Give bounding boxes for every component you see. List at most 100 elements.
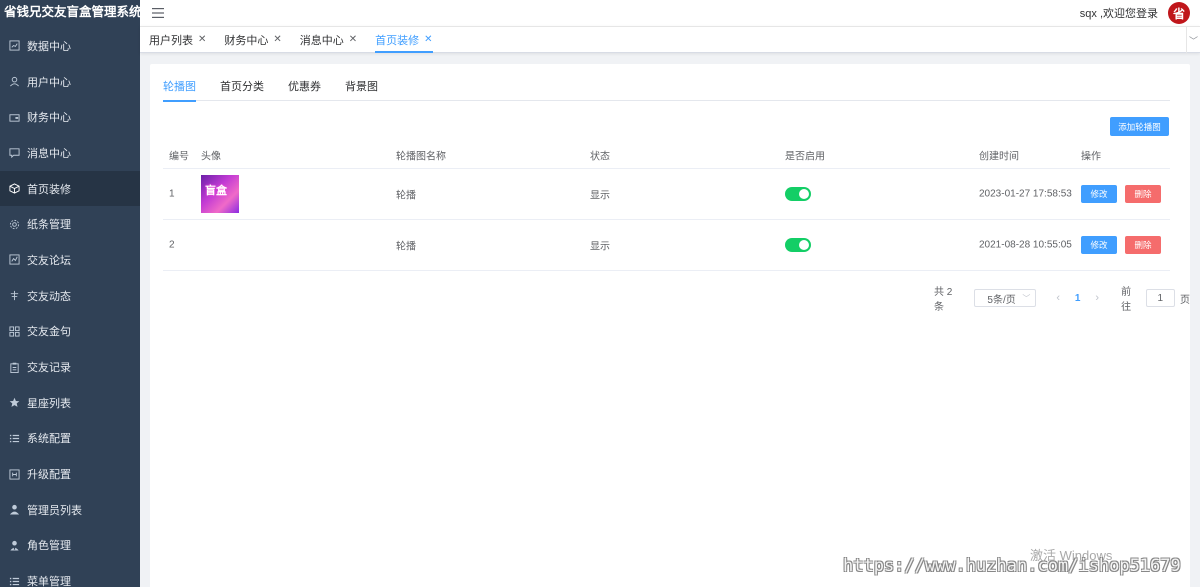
top-header: sqx ,欢迎您登录 省	[140, 0, 1200, 26]
add-banner-button[interactable]: 添加轮播图	[1110, 117, 1169, 136]
sidebar-menu: 数据中心用户中心 财务中心消息中心首页装修纸条管理交友论坛 交友动态交友金句交友记录…	[0, 28, 140, 587]
sidebar-item-label: 升级配置	[27, 469, 71, 482]
clipboard-icon	[8, 361, 20, 373]
row-id: 1	[169, 188, 175, 200]
grid-icon	[8, 325, 20, 337]
column-header: 创建时间	[979, 151, 1019, 163]
tab-0[interactable]: 轮播图	[163, 79, 196, 102]
tab-2[interactable]: 优惠券	[288, 79, 321, 101]
tag-label: 财务中心	[224, 34, 269, 47]
delete-button[interactable]: 删除	[1125, 185, 1161, 203]
thumbnail-text: 盲盒	[205, 185, 227, 197]
sidebar-item-3[interactable]: 消息中心	[0, 135, 140, 171]
list-icon	[8, 575, 20, 587]
tag-label: 首页装修	[375, 34, 420, 47]
sidebar-item-1[interactable]: 用户中心	[0, 64, 140, 100]
tags-view: 用户列表 ✕ 财务中心 ✕ 消息中心 ✕ 首页装修 ✕ ﹀	[140, 26, 1200, 53]
row-actions: 修改 删除	[1081, 236, 1161, 254]
goto-page-input[interactable]: 1	[1145, 289, 1175, 307]
page-unit-label: 页	[1180, 294, 1190, 306]
pagination: 共 2 条 5条/页 ﹀ ‹ 1 › 前往 1 页	[934, 287, 1190, 313]
page-number[interactable]: 1	[1066, 293, 1089, 304]
message-icon	[8, 147, 20, 159]
delete-button[interactable]: 删除	[1125, 236, 1161, 254]
chevron-down-icon: ﹀	[1022, 294, 1031, 303]
hamburger-icon[interactable]	[152, 7, 164, 19]
row-enabled-cell	[785, 238, 811, 252]
sidebar-item-9[interactable]: 交友记录	[0, 349, 140, 385]
tag-0[interactable]: 用户列表 ✕	[140, 27, 215, 53]
tag-2[interactable]: 消息中心 ✕	[291, 27, 366, 53]
upgrade-icon	[8, 468, 20, 480]
row-status: 显示	[590, 190, 610, 202]
row-created-time: 2021-08-28 10:55:05	[979, 239, 1072, 251]
role-icon	[8, 539, 20, 551]
sidebar-item-13[interactable]: 管理员列表	[0, 492, 140, 528]
edit-button[interactable]: 修改	[1081, 236, 1117, 254]
close-icon[interactable]: ✕	[198, 34, 206, 45]
row-name: 轮播	[396, 241, 416, 253]
sidebar-item-label: 交友记录	[27, 362, 71, 375]
sidebar: 省钱兄交友盲盒管理系统 数据中心 用户中心 财务中心 消息中心 首页装修 纸条管理 交友论坛…	[0, 0, 140, 587]
sidebar-item-2[interactable]: 财务中心	[0, 99, 140, 135]
sidebar-item-7[interactable]: 交友动态	[0, 278, 140, 314]
header-right: sqx ,欢迎您登录 省	[1080, 2, 1200, 24]
column-header: 轮播图名称	[396, 151, 446, 163]
sidebar-item-15[interactable]: 菜单管理	[0, 563, 140, 587]
tab-3[interactable]: 背景图	[345, 79, 378, 101]
sidebar-item-11[interactable]: 系统配置	[0, 421, 140, 457]
sidebar-item-label: 消息中心	[27, 147, 71, 160]
page-size-select[interactable]: 5条/页 ﹀	[974, 289, 1037, 307]
sidebar-item-12[interactable]: 升级配置	[0, 456, 140, 492]
chevron-down-icon[interactable]: ﹀	[1186, 27, 1200, 53]
column-header: 状态	[590, 151, 610, 163]
prev-page-icon[interactable]: ‹	[1050, 292, 1066, 304]
next-page-icon[interactable]: ›	[1089, 292, 1105, 304]
row-created-time: 2023-01-27 17:58:53	[979, 188, 1072, 200]
sidebar-item-label: 角色管理	[27, 540, 71, 553]
table-row: 1 盲盒 轮播 显示 2023-01-27 17:58:53 修改 删除	[163, 169, 1170, 220]
column-header: 编号	[169, 151, 189, 163]
user-icon	[8, 76, 20, 88]
row-status: 显示	[590, 241, 610, 253]
tabs: 轮播图 首页分类 优惠券 背景图	[163, 79, 1170, 102]
row-image-cell: 盲盒	[201, 175, 239, 213]
sidebar-item-10[interactable]: 星座列表	[0, 385, 140, 421]
sidebar-item-6[interactable]: 交友论坛	[0, 242, 140, 278]
banner-table: 编号 头像 轮播图名称 状态 是否启用 创建时间 操作 1 盲盒 轮播 显示 2023-01-27 …	[163, 142, 1170, 271]
tag-3[interactable]: 首页装修 ✕	[366, 27, 441, 53]
tag-label: 用户列表	[149, 34, 193, 47]
sidebar-item-label: 数据中心	[27, 40, 71, 53]
close-icon[interactable]: ✕	[424, 34, 432, 45]
edit-button[interactable]: 修改	[1081, 185, 1117, 203]
sidebar-item-label: 星座列表	[27, 397, 71, 410]
avatar[interactable]: 省	[1168, 2, 1190, 24]
tag-1[interactable]: 财务中心 ✕	[215, 27, 290, 53]
close-icon[interactable]: ✕	[273, 34, 281, 45]
wallet-icon	[8, 111, 20, 123]
sidebar-item-label: 纸条管理	[27, 219, 71, 232]
column-header: 是否启用	[785, 151, 825, 163]
enabled-toggle[interactable]	[785, 187, 811, 201]
close-icon[interactable]: ✕	[349, 34, 357, 45]
row-name: 轮播	[396, 190, 416, 202]
welcome-text: sqx ,欢迎您登录	[1079, 8, 1158, 20]
tree-icon	[8, 290, 20, 302]
sidebar-item-5[interactable]: 纸条管理	[0, 206, 140, 242]
sidebar-item-label: 管理员列表	[27, 504, 82, 517]
sidebar-item-0[interactable]: 数据中心	[0, 28, 140, 64]
sidebar-item-label: 交友金句	[27, 326, 71, 339]
sidebar-item-4[interactable]: 首页装修	[0, 170, 140, 207]
row-actions: 修改 删除	[1081, 185, 1161, 203]
tab-1[interactable]: 首页分类	[220, 79, 264, 101]
goto-label: 前往	[1121, 287, 1132, 313]
banner-thumbnail[interactable]: 盲盒	[201, 175, 239, 213]
url-watermark: https://www.huzhan.com/ishop51679	[843, 556, 1181, 576]
sidebar-item-label: 首页装修	[27, 183, 71, 196]
gear-icon	[8, 218, 20, 230]
sidebar-item-14[interactable]: 角色管理	[0, 528, 140, 564]
enabled-toggle[interactable]	[785, 238, 811, 252]
row-id: 2	[169, 239, 175, 251]
sidebar-item-8[interactable]: 交友金句	[0, 314, 140, 350]
table-header: 编号 头像 轮播图名称 状态 是否启用 创建时间 操作	[163, 142, 1170, 169]
